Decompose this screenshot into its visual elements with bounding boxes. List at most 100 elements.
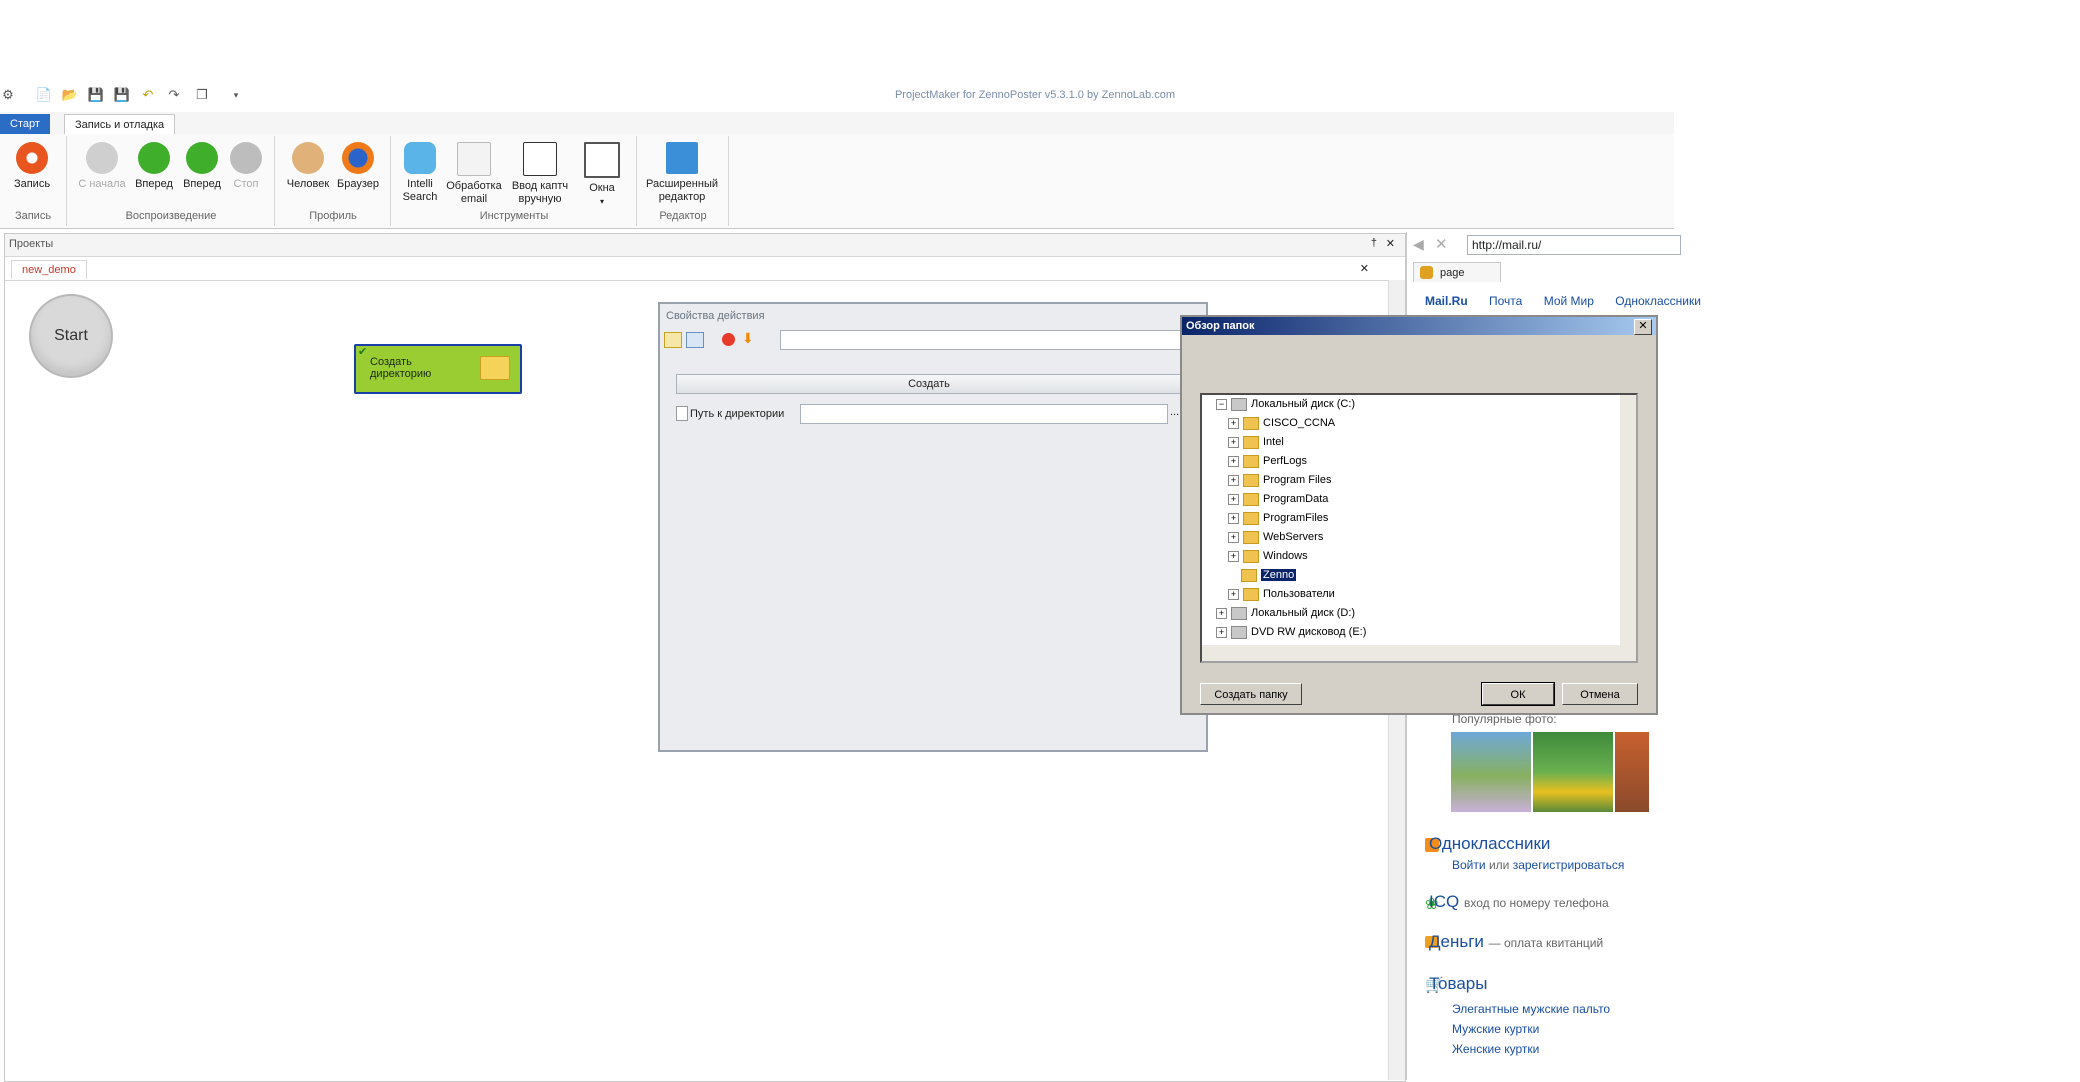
action-properties-window: Свойства действия ⬇ Создать Путь к дирек…: [658, 302, 1208, 752]
red-dot-icon[interactable]: [722, 333, 735, 346]
tree-vertical-scrollbar[interactable]: [1620, 395, 1636, 661]
browser-tab-page[interactable]: page: [1413, 262, 1501, 282]
advanced-editor-button[interactable]: Расширенный редактор: [640, 138, 724, 204]
drive-icon: [1231, 606, 1247, 620]
windows-button[interactable]: Окна ▾: [572, 138, 632, 208]
manual-captcha-button[interactable]: Ввод каптч вручную: [510, 138, 570, 206]
edit-icon[interactable]: [686, 332, 704, 348]
check-icon: ✔: [358, 346, 368, 358]
folder-icon: [1243, 511, 1259, 525]
nav-mailru[interactable]: Mail.Ru: [1425, 294, 1468, 308]
back-arrow-icon[interactable]: ◀: [1413, 236, 1424, 253]
ribbon: Запись С начала Вперед Вперед Стоп Челов…: [0, 134, 1674, 229]
register-link[interactable]: зарегистрироваться: [1513, 858, 1625, 872]
icq-title: ICQ вход по номеру телефона: [1429, 892, 1609, 911]
tree-item[interactable]: + ProgramData: [1228, 490, 1328, 509]
group-label-profile: Профиль: [309, 210, 357, 222]
record-button[interactable]: Запись: [2, 138, 62, 191]
record-icon: [16, 142, 48, 174]
down-arrow-icon[interactable]: ⬇: [742, 330, 754, 347]
tree-item[interactable]: + ProgramFiles: [1228, 509, 1328, 528]
close-icon[interactable]: ✕: [1386, 237, 1395, 250]
projects-panel-title: Проекты: [9, 238, 54, 250]
doc-tab-new-demo[interactable]: new_demo: [11, 260, 87, 279]
tree-item[interactable]: + CISCO_CCNA: [1228, 414, 1335, 433]
group-label-record: Запись: [14, 210, 52, 222]
tree-item-drive-d[interactable]: + Локальный диск (D:): [1216, 604, 1355, 623]
goods-item-2[interactable]: Мужские куртки: [1452, 1022, 1539, 1036]
goods-item-3[interactable]: Женские куртки: [1452, 1042, 1539, 1056]
human-icon: [292, 142, 324, 174]
folder-tree[interactable]: − Локальный диск (C:) + CISCO_CCNA + Intel …: [1200, 393, 1638, 663]
folder-icon: [1243, 530, 1259, 544]
nav-mail[interactable]: Почта: [1489, 294, 1522, 308]
odnoklassniki-links: Войти или зарегистрироваться: [1452, 858, 1625, 872]
intelli-search-button[interactable]: Intelli Search: [390, 138, 450, 204]
folder-icon: [1243, 435, 1259, 449]
from-start-button[interactable]: С начала: [72, 138, 132, 191]
table-icon[interactable]: [664, 332, 682, 348]
tree-item-drive-c[interactable]: − Локальный диск (C:): [1216, 395, 1355, 414]
folder-icon: [1243, 549, 1259, 563]
group-label-playback: Воспроизведение: [125, 210, 217, 222]
tree-item-selected[interactable]: Zenno: [1228, 566, 1297, 585]
tab-record-debug[interactable]: Запись и отладка: [64, 114, 176, 135]
browser-button[interactable]: Браузер: [328, 138, 388, 191]
action-node-label: Создать директорию: [370, 356, 432, 380]
tree-item[interactable]: + Windows: [1228, 547, 1308, 566]
stop-button[interactable]: Стоп: [216, 138, 276, 191]
create-action-button[interactable]: Создать: [676, 374, 1182, 394]
tree-item-dvd[interactable]: + DVD RW дисковод (E:): [1216, 623, 1366, 642]
tree-item[interactable]: + Program Files: [1228, 471, 1331, 490]
close-doc-icon[interactable]: ✕: [1360, 262, 1369, 275]
dialog-close-icon[interactable]: ✕: [1634, 319, 1652, 335]
nav-myworld[interactable]: Мой Мир: [1544, 294, 1594, 308]
folder-icon: [1243, 492, 1259, 506]
tree-item[interactable]: + PerfLogs: [1228, 452, 1307, 471]
photo-2[interactable]: [1533, 732, 1613, 812]
firefox-icon: [342, 142, 374, 174]
nav-odnoklassniki[interactable]: Одноклассники: [1615, 294, 1701, 308]
captcha-icon: [523, 142, 557, 176]
stop-loading-icon[interactable]: ✕: [1435, 235, 1448, 253]
tree-item[interactable]: + Пользователи: [1228, 585, 1335, 604]
props-search-input[interactable]: [780, 330, 1182, 350]
dropdown-arrow-icon: ▾: [599, 197, 604, 206]
address-bar[interactable]: http://mail.ru/: [1467, 235, 1681, 255]
robot-icon: [404, 142, 436, 174]
restart-icon: [86, 142, 118, 174]
folder-icon: [1243, 416, 1259, 430]
stop-icon: [230, 142, 262, 174]
email-processing-button[interactable]: Обработка email: [444, 138, 504, 206]
ok-button[interactable]: ОК: [1481, 682, 1555, 706]
title-bar: ⚙ 📄 📂 💾 💾 ↶ ↷ ❐ ▾ ProjectMaker for Zenno…: [0, 76, 1674, 114]
cancel-button[interactable]: Отмена: [1562, 683, 1638, 705]
folder-icon: [1243, 587, 1259, 601]
goods-item-1[interactable]: Элегантные мужские пальто: [1452, 1002, 1610, 1016]
path-row: Путь к директории ...: [676, 404, 1200, 424]
login-link[interactable]: Войти: [1452, 858, 1486, 872]
odnoklassniki-title[interactable]: Одноклассники: [1429, 834, 1550, 854]
path-input[interactable]: [800, 404, 1168, 424]
money-title: Деньги — оплата квитанций: [1429, 932, 1604, 951]
tree-horizontal-scrollbar[interactable]: [1202, 645, 1620, 661]
play-step-icon: [186, 142, 218, 174]
dvd-icon: [1231, 625, 1247, 639]
pin-icon[interactable]: †: [1371, 237, 1377, 249]
dialog-title: Обзор папок: [1182, 317, 1656, 335]
tree-item[interactable]: + WebServers: [1228, 528, 1323, 547]
folder-icon: [1241, 568, 1257, 582]
photo-3[interactable]: [1615, 732, 1649, 812]
browse-button[interactable]: ...: [1170, 406, 1179, 418]
envelope-icon: [457, 142, 491, 176]
mail-nav: Mail.Ru Почта Мой Мир Одноклассники: [1425, 294, 1719, 308]
goods-title[interactable]: Товары: [1429, 974, 1487, 994]
start-node[interactable]: Start: [29, 294, 113, 378]
tree-item[interactable]: + Intel: [1228, 433, 1284, 452]
tab-start[interactable]: Старт: [0, 114, 50, 134]
photo-1[interactable]: [1451, 732, 1531, 812]
new-folder-button[interactable]: Создать папку: [1200, 683, 1302, 705]
path-label: Путь к директории: [690, 408, 785, 420]
document-icon: [676, 406, 688, 421]
create-directory-node[interactable]: ✔ Создать директорию: [354, 344, 522, 394]
